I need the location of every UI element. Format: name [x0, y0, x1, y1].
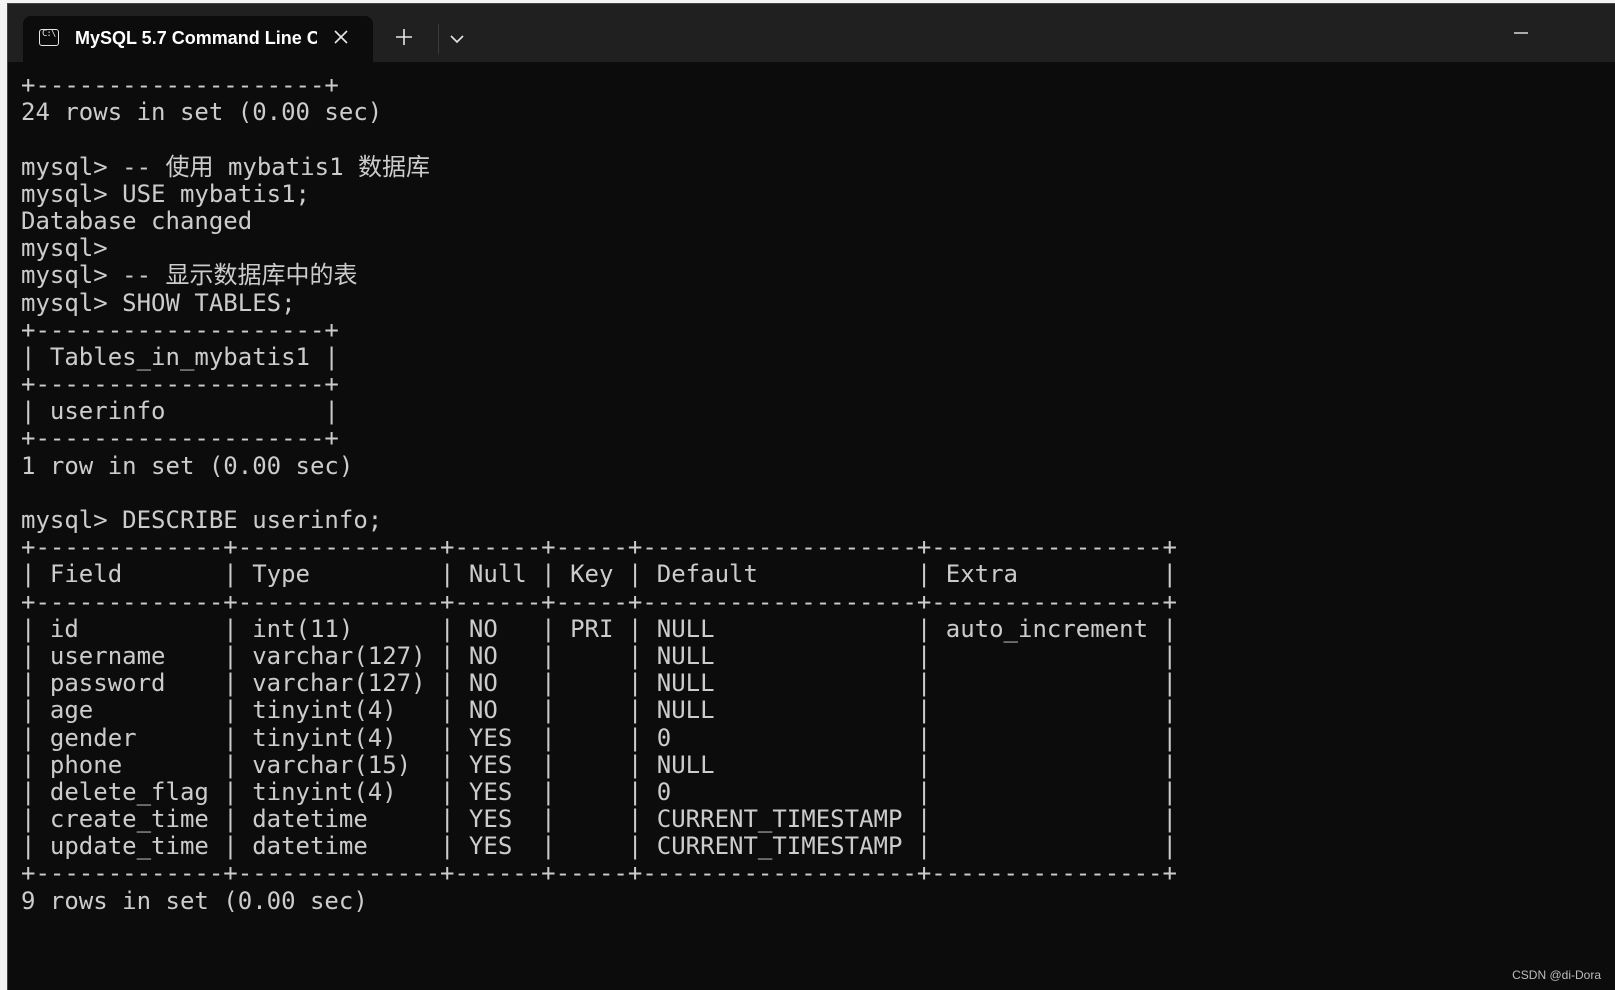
watermark: CSDN @di-Dora	[1512, 968, 1601, 982]
terminal-line: | userinfo |	[21, 397, 339, 426]
terminal-line: | Tables_in_mybatis1 |	[21, 342, 339, 371]
close-icon[interactable]	[328, 24, 354, 50]
terminal-line: | create_time | datetime | YES | | CURRE…	[21, 805, 1177, 834]
terminal-output[interactable]: +--------------------+ 24 rows in set (0.…	[21, 72, 1601, 922]
terminal-line: | password | varchar(127) | NO | | NULL …	[21, 669, 1177, 698]
terminal-line: 1 row in set (0.00 sec)	[21, 451, 354, 480]
terminal-line: mysql> DESCRIBE userinfo;	[21, 506, 383, 534]
terminal-line: +--------------------+	[21, 315, 339, 344]
terminal-line: mysql> USE mybatis1;	[21, 179, 310, 208]
terminal-line: | delete_flag | tinyint(4) | YES | | 0 |…	[21, 777, 1177, 806]
minimize-icon[interactable]	[1506, 20, 1536, 46]
terminal-line: | update_time | datetime | YES | | CURRE…	[21, 832, 1177, 861]
plus-icon[interactable]	[391, 24, 417, 50]
toolbar-divider	[438, 24, 439, 54]
terminal-line: | age | tinyint(4) | NO | | NULL | |	[21, 696, 1177, 725]
chevron-down-icon[interactable]	[444, 28, 470, 50]
terminal-window: C:\ MySQL 5.7 Command Line Cli +--------…	[8, 4, 1615, 990]
terminal-line: +--------------------+	[21, 72, 339, 99]
terminal-line: | Field | Type | Null | Key | Default | …	[21, 560, 1177, 589]
terminal-line: mysql>	[21, 234, 108, 263]
terminal-line: | gender | tinyint(4) | YES | | 0 | |	[21, 723, 1177, 752]
terminal-line: | username | varchar(127) | NO | | NULL …	[21, 641, 1177, 670]
terminal-line: 24 rows in set (0.00 sec)	[21, 98, 383, 127]
title-bar: C:\ MySQL 5.7 Command Line Cli	[8, 4, 1615, 62]
terminal-line: +--------------------+	[21, 370, 339, 399]
terminal-line: +-------------+--------------+------+---…	[21, 533, 1177, 562]
terminal-line: 9 rows in set (0.00 sec)	[21, 886, 368, 915]
terminal-line: +-------------+--------------+------+---…	[21, 587, 1177, 616]
terminal-line: +-------------+--------------+------+---…	[21, 859, 1177, 888]
terminal-line: | id | int(11) | NO | PRI | NULL | auto_…	[21, 614, 1177, 643]
tab-mysql-cli[interactable]: C:\ MySQL 5.7 Command Line Cli	[23, 16, 373, 62]
terminal-line: mysql> -- 使用 mybatis1 数据库	[21, 152, 430, 181]
terminal-line: Database changed	[21, 206, 253, 235]
terminal-line: | phone | varchar(15) | YES | | NULL | |	[21, 750, 1177, 779]
terminal-line: +--------------------+	[21, 424, 339, 453]
terminal-line: mysql> -- 显示数据库中的表	[21, 261, 358, 290]
terminal-line: mysql> SHOW TABLES;	[21, 288, 296, 317]
terminal-icon: C:\	[39, 29, 59, 46]
tab-title: MySQL 5.7 Command Line Cli	[75, 28, 317, 48]
